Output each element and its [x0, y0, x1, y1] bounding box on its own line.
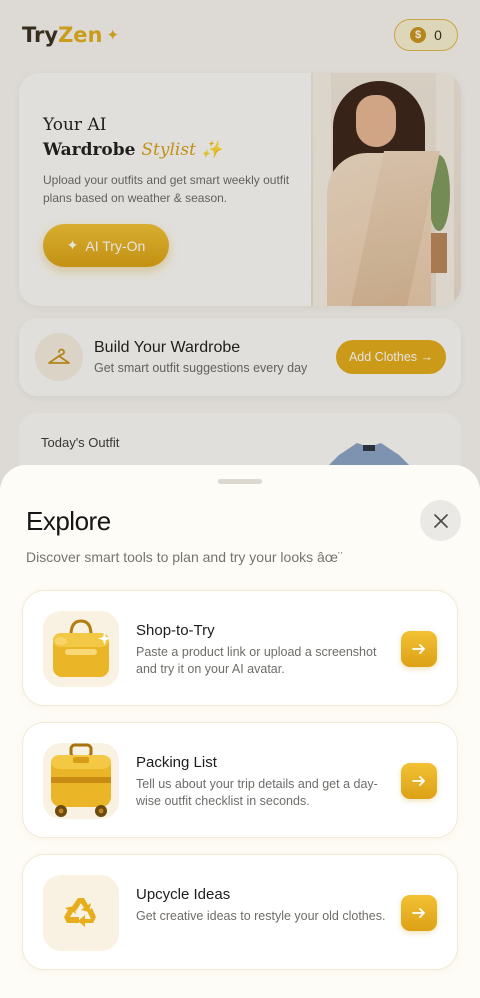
packing-list-card[interactable]: Packing List Tell us about your trip det…	[22, 722, 458, 838]
suitcase-icon	[43, 743, 119, 819]
close-button[interactable]	[420, 500, 461, 541]
shop-to-try-card[interactable]: Shop-to-Try Paste a product link or uplo…	[22, 590, 458, 706]
upcycle-ideas-card[interactable]: Upcycle Ideas Get creative ideas to rest…	[22, 854, 458, 970]
explore-sheet: Explore Discover smart tools to plan and…	[0, 465, 480, 998]
tool-description: Paste a product link or upload a screens…	[136, 645, 377, 676]
sheet-subtitle: Discover smart tools to plan and try you…	[26, 549, 343, 565]
tool-title: Shop-to-Try	[136, 622, 215, 639]
sheet-title: Explore	[26, 506, 111, 536]
arrow-right-icon	[412, 908, 425, 918]
tool-description: Tell us about your trip details and get …	[136, 777, 378, 808]
tool-title: Upcycle Ideas	[136, 886, 231, 903]
arrow-right-icon	[412, 776, 425, 786]
upcycle-ideas-arrow-button[interactable]	[401, 895, 437, 931]
recycle-icon	[43, 875, 119, 951]
arrow-right-icon	[412, 644, 425, 654]
close-icon	[433, 513, 448, 528]
tool-description: Get creative ideas to restyle your old c…	[136, 909, 386, 923]
sheet-drag-handle[interactable]	[218, 479, 262, 484]
shop-to-try-arrow-button[interactable]	[401, 631, 437, 667]
shopping-bag-icon	[43, 611, 119, 687]
tool-title: Packing List	[136, 754, 217, 771]
packing-list-arrow-button[interactable]	[401, 763, 437, 799]
